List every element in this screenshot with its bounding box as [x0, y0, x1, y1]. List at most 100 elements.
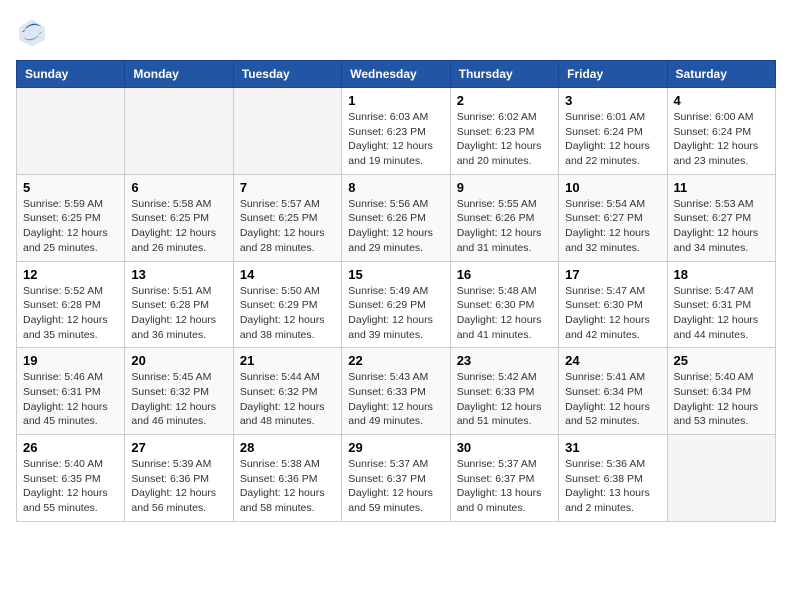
day-info: Sunrise: 5:58 AM Sunset: 6:25 PM Dayligh… — [131, 197, 226, 256]
calendar-cell — [233, 88, 341, 175]
week-row-5: 26 Sunrise: 5:40 AM Sunset: 6:35 PM Dayli… — [17, 435, 776, 522]
day-info: Sunrise: 5:37 AM Sunset: 6:37 PM Dayligh… — [348, 457, 443, 516]
day-info: Sunrise: 5:52 AM Sunset: 6:28 PM Dayligh… — [23, 284, 118, 343]
day-number: 29 — [348, 440, 443, 455]
day-info: Sunrise: 5:59 AM Sunset: 6:25 PM Dayligh… — [23, 197, 118, 256]
day-number: 21 — [240, 353, 335, 368]
col-header-friday: Friday — [559, 61, 667, 88]
day-number: 23 — [457, 353, 552, 368]
calendar-cell: 19 Sunrise: 5:46 AM Sunset: 6:31 PM Dayli… — [17, 348, 125, 435]
day-info: Sunrise: 5:45 AM Sunset: 6:32 PM Dayligh… — [131, 370, 226, 429]
day-info: Sunrise: 5:40 AM Sunset: 6:34 PM Dayligh… — [674, 370, 769, 429]
day-number: 1 — [348, 93, 443, 108]
day-info: Sunrise: 5:44 AM Sunset: 6:32 PM Dayligh… — [240, 370, 335, 429]
logo — [16, 16, 54, 48]
day-number: 16 — [457, 267, 552, 282]
day-info: Sunrise: 5:46 AM Sunset: 6:31 PM Dayligh… — [23, 370, 118, 429]
day-info: Sunrise: 6:01 AM Sunset: 6:24 PM Dayligh… — [565, 110, 660, 169]
calendar-cell: 30 Sunrise: 5:37 AM Sunset: 6:37 PM Dayli… — [450, 435, 558, 522]
day-number: 8 — [348, 180, 443, 195]
day-number: 17 — [565, 267, 660, 282]
day-info: Sunrise: 5:53 AM Sunset: 6:27 PM Dayligh… — [674, 197, 769, 256]
calendar-cell — [125, 88, 233, 175]
day-number: 10 — [565, 180, 660, 195]
col-header-saturday: Saturday — [667, 61, 775, 88]
day-info: Sunrise: 5:56 AM Sunset: 6:26 PM Dayligh… — [348, 197, 443, 256]
calendar-cell: 11 Sunrise: 5:53 AM Sunset: 6:27 PM Dayli… — [667, 174, 775, 261]
day-number: 15 — [348, 267, 443, 282]
calendar-cell: 28 Sunrise: 5:38 AM Sunset: 6:36 PM Dayli… — [233, 435, 341, 522]
day-info: Sunrise: 5:37 AM Sunset: 6:37 PM Dayligh… — [457, 457, 552, 516]
day-number: 2 — [457, 93, 552, 108]
day-number: 12 — [23, 267, 118, 282]
day-info: Sunrise: 5:48 AM Sunset: 6:30 PM Dayligh… — [457, 284, 552, 343]
calendar-cell: 13 Sunrise: 5:51 AM Sunset: 6:28 PM Dayli… — [125, 261, 233, 348]
calendar-cell: 18Sunrise: 5:47 AM Sunset: 6:31 PM Dayli… — [667, 261, 775, 348]
day-number: 7 — [240, 180, 335, 195]
day-info: Sunrise: 5:38 AM Sunset: 6:36 PM Dayligh… — [240, 457, 335, 516]
day-number: 27 — [131, 440, 226, 455]
col-header-monday: Monday — [125, 61, 233, 88]
day-info: Sunrise: 5:39 AM Sunset: 6:36 PM Dayligh… — [131, 457, 226, 516]
calendar-cell: 14Sunrise: 5:50 AM Sunset: 6:29 PM Dayli… — [233, 261, 341, 348]
day-number: 22 — [348, 353, 443, 368]
day-number: 13 — [131, 267, 226, 282]
day-info: Sunrise: 6:00 AM Sunset: 6:24 PM Dayligh… — [674, 110, 769, 169]
calendar-cell: 26 Sunrise: 5:40 AM Sunset: 6:35 PM Dayli… — [17, 435, 125, 522]
day-info: Sunrise: 6:03 AM Sunset: 6:23 PM Dayligh… — [348, 110, 443, 169]
day-number: 9 — [457, 180, 552, 195]
calendar-cell: 23 Sunrise: 5:42 AM Sunset: 6:33 PM Dayli… — [450, 348, 558, 435]
day-info: Sunrise: 5:55 AM Sunset: 6:26 PM Dayligh… — [457, 197, 552, 256]
day-number: 5 — [23, 180, 118, 195]
calendar-cell: 15 Sunrise: 5:49 AM Sunset: 6:29 PM Dayli… — [342, 261, 450, 348]
day-number: 20 — [131, 353, 226, 368]
day-number: 11 — [674, 180, 769, 195]
day-info: Sunrise: 5:51 AM Sunset: 6:28 PM Dayligh… — [131, 284, 226, 343]
calendar-cell: 10Sunrise: 5:54 AM Sunset: 6:27 PM Dayli… — [559, 174, 667, 261]
day-number: 4 — [674, 93, 769, 108]
day-info: Sunrise: 5:43 AM Sunset: 6:33 PM Dayligh… — [348, 370, 443, 429]
week-row-3: 12 Sunrise: 5:52 AM Sunset: 6:28 PM Dayli… — [17, 261, 776, 348]
week-row-4: 19 Sunrise: 5:46 AM Sunset: 6:31 PM Dayli… — [17, 348, 776, 435]
day-number: 25 — [674, 353, 769, 368]
day-number: 28 — [240, 440, 335, 455]
day-number: 31 — [565, 440, 660, 455]
calendar-cell: 6 Sunrise: 5:58 AM Sunset: 6:25 PM Daylig… — [125, 174, 233, 261]
day-number: 26 — [23, 440, 118, 455]
day-info: Sunrise: 5:40 AM Sunset: 6:35 PM Dayligh… — [23, 457, 118, 516]
day-info: Sunrise: 5:47 AM Sunset: 6:31 PM Dayligh… — [674, 284, 769, 343]
day-info: Sunrise: 5:57 AM Sunset: 6:25 PM Dayligh… — [240, 197, 335, 256]
calendar-cell: 24Sunrise: 5:41 AM Sunset: 6:34 PM Dayli… — [559, 348, 667, 435]
day-info: Sunrise: 6:02 AM Sunset: 6:23 PM Dayligh… — [457, 110, 552, 169]
day-info: Sunrise: 5:49 AM Sunset: 6:29 PM Dayligh… — [348, 284, 443, 343]
calendar-cell: 2 Sunrise: 6:02 AM Sunset: 6:23 PM Daylig… — [450, 88, 558, 175]
calendar-cell: 3 Sunrise: 6:01 AM Sunset: 6:24 PM Daylig… — [559, 88, 667, 175]
day-info: Sunrise: 5:36 AM Sunset: 6:38 PM Dayligh… — [565, 457, 660, 516]
day-number: 14 — [240, 267, 335, 282]
calendar-cell: 21 Sunrise: 5:44 AM Sunset: 6:32 PM Dayli… — [233, 348, 341, 435]
calendar-cell: 7 Sunrise: 5:57 AM Sunset: 6:25 PM Daylig… — [233, 174, 341, 261]
logo-icon — [16, 16, 48, 48]
calendar-table: SundayMondayTuesdayWednesdayThursdayFrid… — [16, 60, 776, 522]
calendar-cell: 25 Sunrise: 5:40 AM Sunset: 6:34 PM Dayli… — [667, 348, 775, 435]
col-header-sunday: Sunday — [17, 61, 125, 88]
col-header-wednesday: Wednesday — [342, 61, 450, 88]
calendar-cell: 8 Sunrise: 5:56 AM Sunset: 6:26 PM Daylig… — [342, 174, 450, 261]
day-number: 19 — [23, 353, 118, 368]
day-number: 3 — [565, 93, 660, 108]
calendar-cell: 1 Sunrise: 6:03 AM Sunset: 6:23 PM Daylig… — [342, 88, 450, 175]
calendar-cell: 12 Sunrise: 5:52 AM Sunset: 6:28 PM Dayli… — [17, 261, 125, 348]
calendar-cell: 9 Sunrise: 5:55 AM Sunset: 6:26 PM Daylig… — [450, 174, 558, 261]
col-header-tuesday: Tuesday — [233, 61, 341, 88]
calendar-cell — [17, 88, 125, 175]
day-number: 30 — [457, 440, 552, 455]
day-info: Sunrise: 5:47 AM Sunset: 6:30 PM Dayligh… — [565, 284, 660, 343]
calendar-cell: 4 Sunrise: 6:00 AM Sunset: 6:24 PM Daylig… — [667, 88, 775, 175]
calendar-cell: 22 Sunrise: 5:43 AM Sunset: 6:33 PM Dayli… — [342, 348, 450, 435]
calendar-cell — [667, 435, 775, 522]
calendar-cell: 20 Sunrise: 5:45 AM Sunset: 6:32 PM Dayli… — [125, 348, 233, 435]
calendar-cell: 29 Sunrise: 5:37 AM Sunset: 6:37 PM Dayli… — [342, 435, 450, 522]
day-info: Sunrise: 5:42 AM Sunset: 6:33 PM Dayligh… — [457, 370, 552, 429]
calendar-cell: 31 Sunrise: 5:36 AM Sunset: 6:38 PM Dayli… — [559, 435, 667, 522]
day-number: 6 — [131, 180, 226, 195]
